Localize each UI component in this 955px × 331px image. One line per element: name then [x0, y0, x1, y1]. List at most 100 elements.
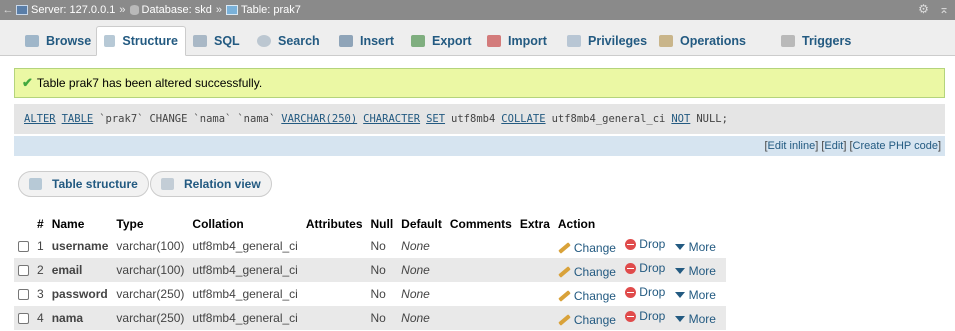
column-header[interactable]: Type — [112, 214, 189, 234]
tab-triggers[interactable]: Triggers — [774, 26, 858, 56]
field-name: password — [47, 282, 113, 306]
sql-keyword[interactable]: TABLE — [62, 113, 94, 125]
field-collation: utf8mb4_general_ci — [188, 282, 302, 306]
tab-label: Import — [508, 34, 547, 48]
row-actions: Change Drop More — [553, 282, 726, 306]
field-collation: utf8mb4_general_ci — [188, 306, 302, 330]
row-checkbox[interactable] — [18, 265, 29, 277]
field-default: None — [397, 234, 446, 258]
field-attributes — [301, 306, 367, 330]
tab-sql[interactable]: SQL — [186, 26, 247, 56]
field-null: No — [366, 282, 398, 306]
column-header[interactable]: Collation — [188, 214, 302, 234]
row-actions: Change Drop More — [553, 258, 726, 282]
tab-insert[interactable]: Insert — [332, 26, 401, 56]
tab-search[interactable]: Search — [250, 26, 327, 56]
triggers-icon — [781, 35, 795, 47]
sql-keyword[interactable]: CHARACTER — [363, 113, 420, 125]
change-button[interactable]: Change — [558, 265, 616, 279]
structure-icon — [104, 35, 116, 47]
column-header[interactable]: Null — [366, 214, 398, 234]
row-checkbox[interactable] — [18, 289, 29, 301]
more-button[interactable]: More — [674, 239, 716, 254]
success-message-text: Table prak7 has been altered successfull… — [36, 76, 263, 90]
drop-button[interactable]: Drop — [625, 285, 665, 299]
more-label: More — [688, 239, 716, 254]
row-number: 4 — [33, 306, 48, 330]
more-button[interactable]: More — [674, 288, 716, 302]
change-button[interactable]: Change — [558, 241, 616, 255]
export-icon — [411, 35, 425, 47]
operations-icon — [659, 35, 673, 47]
sql-keyword[interactable]: ALTER — [24, 113, 56, 125]
tab-operations[interactable]: Operations — [652, 26, 753, 56]
tab-import[interactable]: Import — [480, 26, 554, 56]
drop-button[interactable]: Drop — [625, 309, 665, 323]
tab-structure[interactable]: Structure — [96, 26, 186, 56]
field-name: nama — [47, 306, 113, 330]
column-header[interactable]: Default — [397, 214, 446, 234]
sql-token: utf8mb4_general_ci — [551, 113, 666, 125]
sql-query-box: ALTER TABLE `prak7` CHANGE `nama` `nama`… — [14, 104, 945, 134]
column-header[interactable]: Comments — [445, 214, 516, 234]
drop-button[interactable]: Drop — [625, 261, 665, 275]
field-attributes — [301, 282, 367, 306]
more-button[interactable]: More — [674, 263, 716, 278]
column-header[interactable]: Attributes — [301, 214, 367, 234]
database-icon — [129, 5, 139, 15]
field-collation: utf8mb4_general_ci — [188, 234, 302, 258]
success-check-icon: ✔ — [22, 75, 33, 90]
sql-keyword[interactable]: VARCHAR(250) — [281, 113, 357, 125]
edit-link[interactable]: Edit — [824, 140, 843, 152]
column-header: # — [33, 214, 48, 234]
sql-keyword[interactable]: SET — [426, 113, 445, 125]
change-button[interactable]: Change — [558, 289, 616, 303]
change-button[interactable]: Change — [558, 313, 616, 327]
tab-label: Privileges — [588, 34, 648, 48]
more-label: More — [688, 263, 716, 278]
tab-browse[interactable]: Browse — [18, 26, 98, 56]
breadcrumb-database-label[interactable]: Database: skd — [142, 4, 212, 16]
breadcrumb-database[interactable]: Database: skd — [129, 4, 212, 16]
tab-export[interactable]: Export — [404, 26, 479, 56]
breadcrumb-server[interactable]: Server: 127.0.0.1 — [16, 4, 115, 16]
breadcrumb-server-label[interactable]: Server: 127.0.0.1 — [31, 4, 115, 16]
row-number: 1 — [33, 234, 48, 258]
tab-label: Structure — [122, 34, 178, 48]
tab-label: Insert — [360, 34, 395, 48]
column-header[interactable]: Name — [47, 214, 113, 234]
pencil-icon — [558, 266, 571, 278]
server-icon — [16, 5, 28, 15]
tab-label: Export — [432, 34, 472, 48]
create-php-link[interactable]: Create PHP code — [853, 140, 938, 152]
sql-links-bar: [Edit inline] [Edit] [Create PHP code] — [14, 136, 945, 156]
field-extra — [515, 282, 554, 306]
collapse-arrow-icon[interactable]: ← — [0, 4, 16, 16]
row-number: 3 — [33, 282, 48, 306]
tab-relation-view[interactable]: Relation view — [150, 171, 272, 197]
breadcrumb-table[interactable]: Table: prak7 — [225, 4, 301, 16]
settings-gear-icon[interactable]: ⚙ — [918, 2, 929, 16]
row-checkbox[interactable] — [18, 241, 29, 253]
drop-label: Drop — [639, 237, 666, 252]
change-label: Change — [573, 264, 616, 279]
edit-inline-link[interactable]: Edit inline — [768, 140, 816, 152]
sql-keyword[interactable]: COLLATE — [501, 113, 545, 125]
row-checkbox[interactable] — [18, 313, 29, 325]
tab-privileges[interactable]: Privileges — [560, 26, 654, 56]
subtab-label: Relation view — [184, 177, 261, 191]
change-label: Change — [573, 288, 616, 303]
change-label: Change — [573, 312, 616, 327]
select-header — [14, 214, 33, 234]
field-type: varchar(100) — [112, 258, 189, 282]
minimize-panel-icon[interactable]: ⌅ — [939, 2, 949, 16]
drop-button[interactable]: Drop — [625, 237, 665, 251]
more-button[interactable]: More — [674, 312, 716, 326]
sql-keyword[interactable]: NOT — [671, 113, 690, 125]
field-attributes — [301, 258, 367, 282]
breadcrumb-table-label[interactable]: Table: prak7 — [241, 4, 301, 16]
field-comments — [445, 306, 516, 330]
column-header[interactable]: Extra — [515, 214, 554, 234]
drop-icon — [625, 310, 637, 322]
tab-table-structure[interactable]: Table structure — [18, 171, 149, 197]
